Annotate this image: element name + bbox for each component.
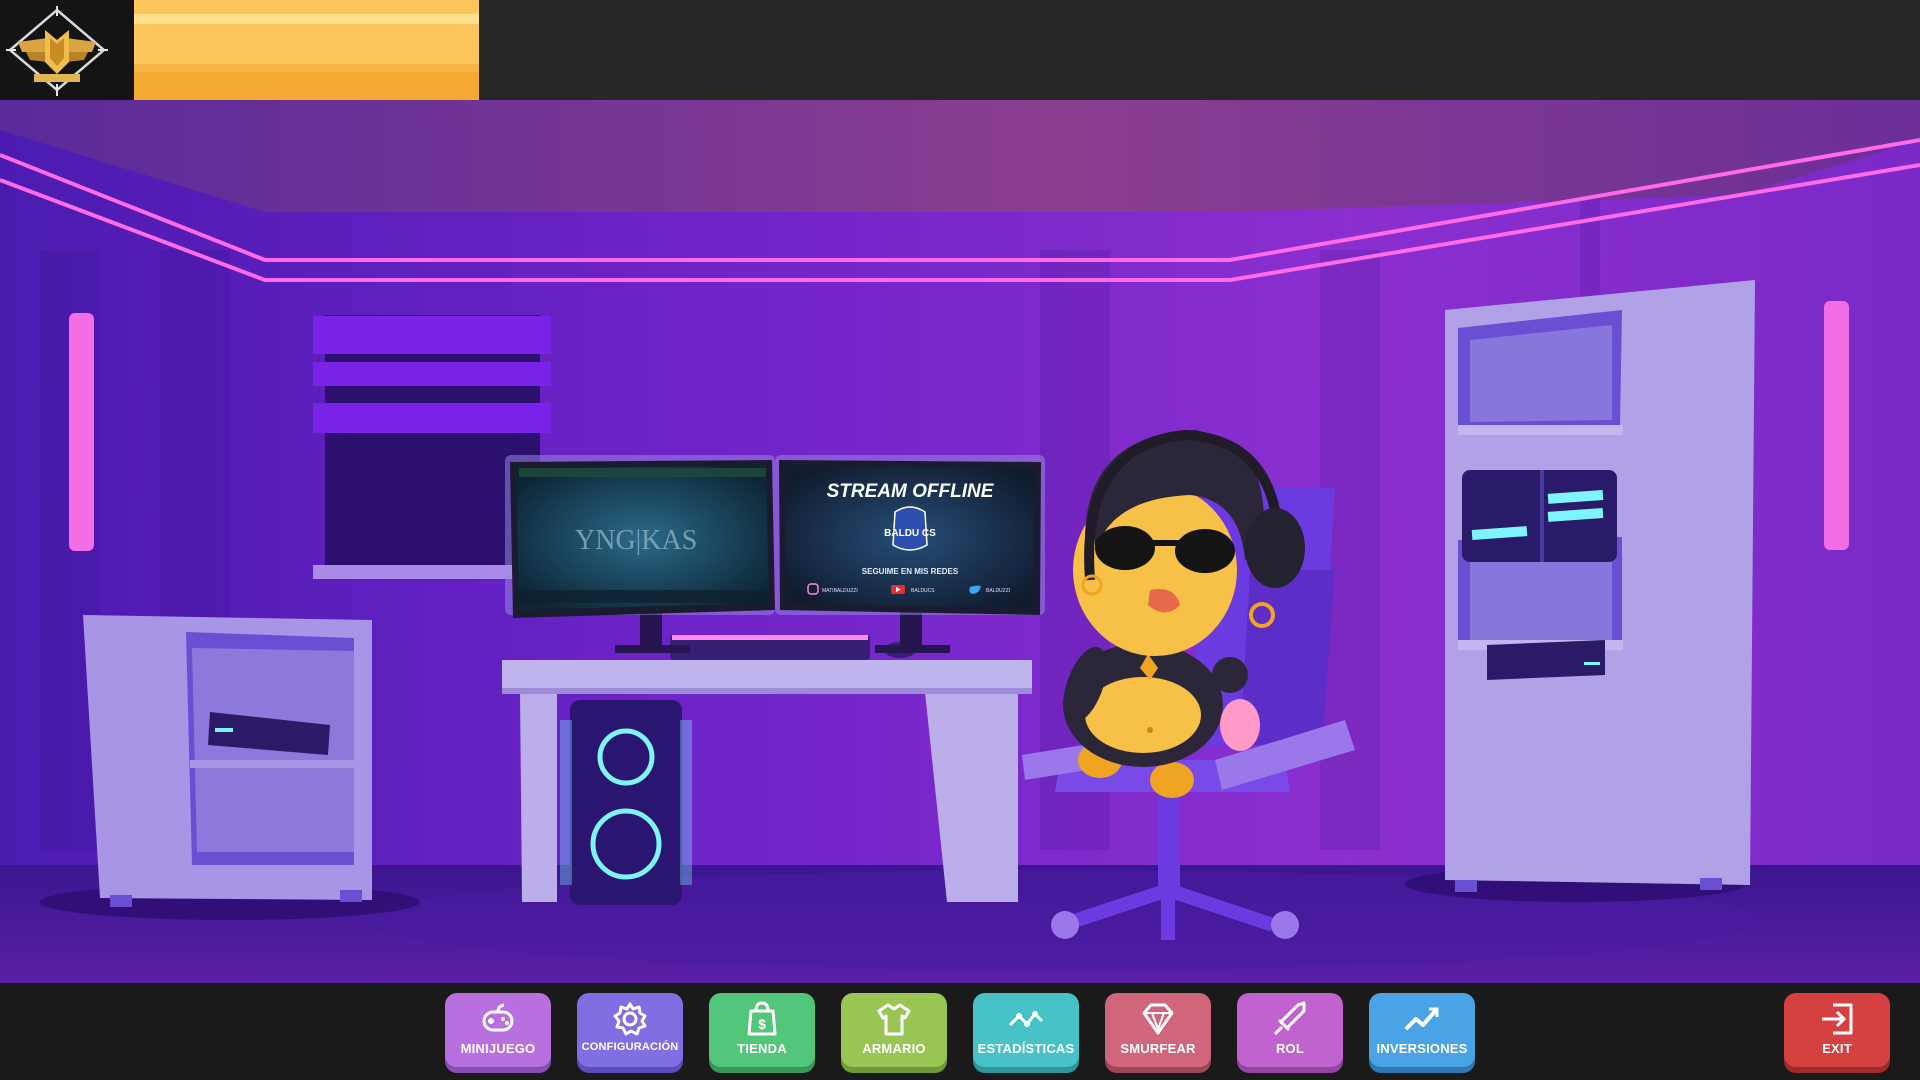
minijuego-label: MINIJUEGO xyxy=(460,1041,536,1056)
rank-badge[interactable] xyxy=(0,0,134,100)
instagram-handle: MATIBALDUZZI xyxy=(822,588,858,594)
minijuego-button[interactable]: MINIJUEGO xyxy=(445,993,551,1067)
shopping-bag-icon: $ xyxy=(742,999,782,1039)
xp-progress-fill xyxy=(134,0,479,100)
bottom-menu-bar: MINIJUEGO CONFIGURACIÓN $ TIENDA ARMARIO xyxy=(0,983,1920,1080)
top-bar xyxy=(0,0,1920,100)
left-cabinet xyxy=(83,615,372,907)
ceiling xyxy=(0,100,1920,212)
smurfear-button[interactable]: SMURFEAR xyxy=(1105,993,1211,1067)
inversiones-label: INVERSIONES xyxy=(1376,1041,1468,1056)
diamond-icon xyxy=(1138,999,1178,1039)
monitor-right: STREAM OFFLINE BALDU CS SEGUIME EN MIS R… xyxy=(775,455,1045,615)
keyboard xyxy=(670,635,870,660)
neon-wall-light-left xyxy=(69,313,94,551)
rol-label: ROL xyxy=(1275,1041,1305,1056)
rol-button[interactable]: ROL xyxy=(1237,993,1343,1067)
youtube-handle: BALDUCS xyxy=(911,588,935,594)
stream-follow-text: SEGUIME EN MIS REDES xyxy=(862,567,959,576)
xp-progress-bar xyxy=(134,0,479,100)
estadisticas-button[interactable]: ESTADÍSTICAS xyxy=(973,993,1079,1067)
stream-overlay-title: YNG|KAS xyxy=(575,525,697,556)
pc-tower xyxy=(560,700,692,905)
sword-icon xyxy=(1270,999,1310,1039)
stream-logo-text: BALDU CS xyxy=(884,528,936,539)
configuracion-label: CONFIGURACIÓN xyxy=(581,1041,679,1053)
streamer-room-scene: YNG|KAS STREAM OFFLINE BALDU CS SEGUIME … xyxy=(0,100,1920,983)
stream-offline-headline: STREAM OFFLINE xyxy=(827,481,995,502)
exit-label: EXIT xyxy=(1822,1041,1852,1056)
neon-wall-light-right xyxy=(1824,301,1849,550)
smurfear-label: SMURFEAR xyxy=(1120,1041,1196,1056)
gamepad-icon xyxy=(478,999,518,1039)
estadisticas-label: ESTADÍSTICAS xyxy=(977,1041,1075,1056)
monitor-left: YNG|KAS xyxy=(505,455,775,618)
gear-icon xyxy=(610,999,650,1039)
game-screen: YNG|KAS STREAM OFFLINE BALDU CS SEGUIME … xyxy=(0,0,1920,1080)
armario-button[interactable]: ARMARIO xyxy=(841,993,947,1067)
svg-text:$: $ xyxy=(758,1016,766,1032)
tienda-button[interactable]: $ TIENDA xyxy=(709,993,815,1067)
stats-line-icon xyxy=(1006,999,1046,1039)
trend-chart-icon xyxy=(1402,999,1442,1039)
exit-door-icon xyxy=(1817,999,1857,1039)
twitter-handle: BALDUZZI xyxy=(986,588,1010,594)
armario-label: ARMARIO xyxy=(862,1041,926,1056)
inversiones-button[interactable]: INVERSIONES xyxy=(1369,993,1475,1067)
right-shelf xyxy=(1445,280,1755,892)
configuracion-button[interactable]: CONFIGURACIÓN xyxy=(577,993,683,1067)
gold-wing-rank-emblem-icon xyxy=(6,6,108,96)
tienda-label: TIENDA xyxy=(737,1041,787,1056)
exit-button[interactable]: EXIT xyxy=(1784,993,1890,1067)
tshirt-icon xyxy=(874,999,914,1039)
